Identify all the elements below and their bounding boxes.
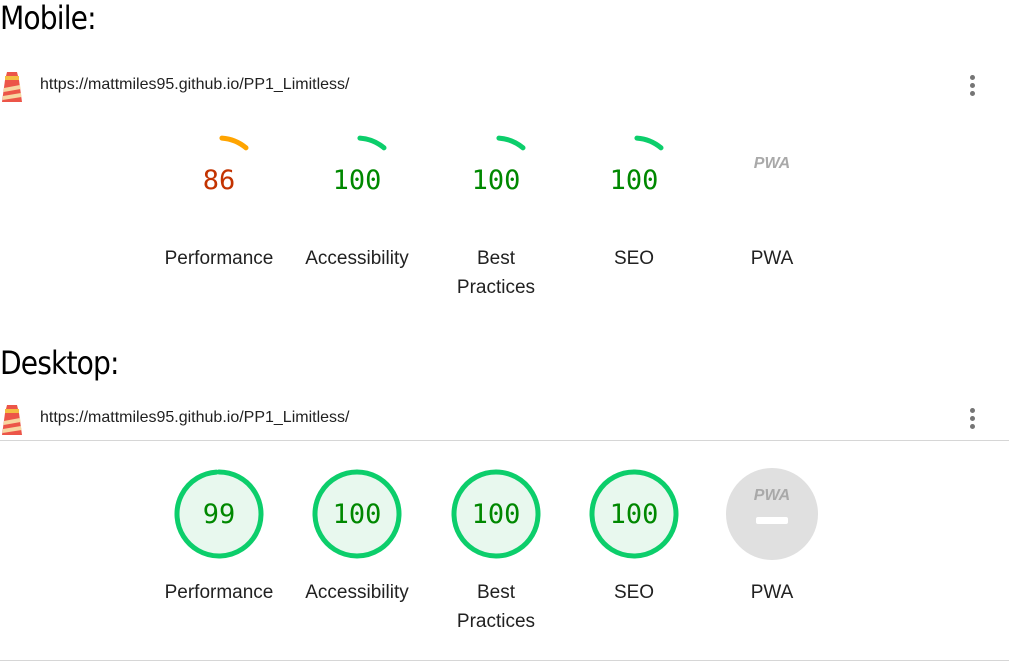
gauge-score: 86 xyxy=(202,165,236,196)
gauge-pwa[interactable]: PWA PWA xyxy=(712,468,832,638)
gauge-label: SEO xyxy=(613,248,655,269)
divider xyxy=(0,660,1009,661)
pwa-badge-icon: PWA xyxy=(754,155,790,172)
gauge-score: 100 xyxy=(471,165,521,196)
gauge-performance[interactable]: 99 Performance xyxy=(159,468,279,638)
mobile-heading: Mobile: xyxy=(0,0,97,37)
gauge-score: 100 xyxy=(332,165,382,196)
gauge-score: 100 xyxy=(471,499,521,530)
gauge-arc-segment xyxy=(357,135,387,151)
more-menu-icon[interactable] xyxy=(968,72,978,98)
desktop-report-bar: https://mattmiles95.github.io/PP1_Limitl… xyxy=(0,401,1009,435)
gauge-arc-segment xyxy=(634,135,664,151)
divider xyxy=(0,440,1009,441)
pwa-badge-icon: PWA xyxy=(726,468,818,560)
pwa-badge-text: PWA xyxy=(754,155,790,172)
report-url[interactable]: https://mattmiles95.github.io/PP1_Limitl… xyxy=(40,76,349,94)
gauge-label: Accessibility xyxy=(305,248,409,269)
gauge-score: 99 xyxy=(202,499,236,530)
gauge-seo[interactable]: 100 SEO xyxy=(574,468,694,638)
gauge-score: 100 xyxy=(609,499,659,530)
gauge-accessibility[interactable]: 100 Accessibility xyxy=(297,468,417,638)
gauge-pwa[interactable]: PWA PWA xyxy=(712,134,832,304)
dash-icon xyxy=(756,517,788,524)
report-url[interactable]: https://mattmiles95.github.io/PP1_Limitl… xyxy=(40,409,349,427)
lighthouse-icon xyxy=(2,72,22,102)
gauge-label: Best Practices xyxy=(456,248,536,298)
lighthouse-icon xyxy=(2,405,22,435)
gauge-label: Performance xyxy=(164,582,274,603)
gauge-label: PWA xyxy=(750,582,794,603)
gauge-label: Best Practices xyxy=(456,582,536,632)
gauge-score: 100 xyxy=(332,499,382,530)
gauge-seo[interactable]: 100 SEO xyxy=(574,134,694,304)
gauge-label: Accessibility xyxy=(305,582,409,603)
desktop-heading: Desktop: xyxy=(0,344,119,382)
gauge-best-practices[interactable]: 100 Best Practices xyxy=(436,468,556,638)
gauge-accessibility[interactable]: 100 Accessibility xyxy=(297,134,417,304)
gauge-arc-segment xyxy=(219,135,249,151)
gauge-arc-segment xyxy=(496,135,526,151)
pwa-badge-text: PWA xyxy=(754,487,790,504)
gauge-label: Performance xyxy=(164,248,274,269)
mobile-report-bar: https://mattmiles95.github.io/PP1_Limitl… xyxy=(0,68,1009,102)
gauge-best-practices[interactable]: 100 Best Practices xyxy=(436,134,556,304)
gauge-label: SEO xyxy=(613,582,655,603)
more-menu-icon[interactable] xyxy=(968,405,978,431)
pwa-circle xyxy=(726,468,818,560)
gauge-score: 100 xyxy=(609,165,659,196)
gauge-label: PWA xyxy=(750,248,794,269)
gauge-performance[interactable]: 86 Performance xyxy=(159,134,279,304)
